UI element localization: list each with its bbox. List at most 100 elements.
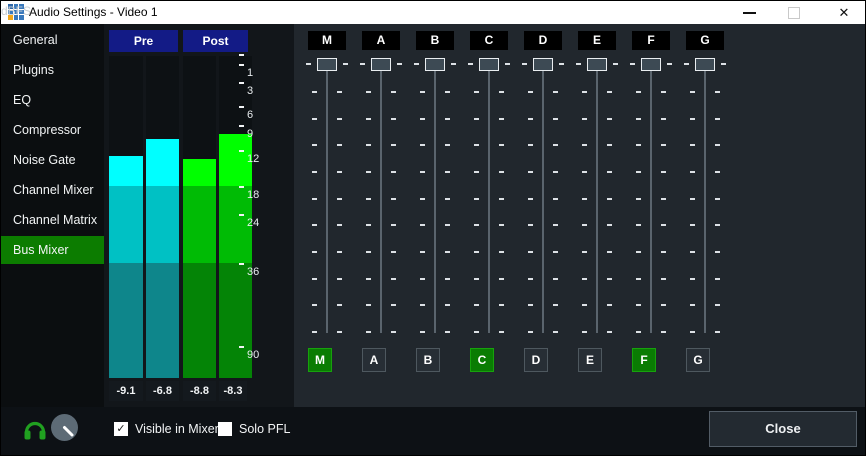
sidebar-item-noise-gate[interactable]: Noise Gate: [1, 146, 104, 174]
fader-tick: [420, 224, 425, 226]
bus-button-m[interactable]: M: [308, 348, 332, 372]
fader-thumb-c[interactable]: [479, 58, 499, 71]
fader-tick: [366, 171, 371, 173]
sidebar-item-channel-mixer[interactable]: Channel Mixer: [1, 176, 104, 204]
bus-button-e[interactable]: E: [578, 348, 602, 372]
fader-tick: [582, 278, 587, 280]
fader-tick: [337, 198, 342, 200]
fader-tick: [312, 118, 317, 120]
sidebar-item-plugins[interactable]: Plugins: [1, 56, 104, 84]
fader-tick: [553, 331, 558, 333]
fader-tick: [306, 63, 311, 65]
fader-track-c[interactable]: [488, 59, 490, 333]
fader-tick: [366, 278, 371, 280]
fader-tick: [661, 278, 666, 280]
fader-tick: [499, 331, 504, 333]
scale-label: 6: [247, 109, 253, 121]
fader-tick: [499, 144, 504, 146]
visible-in-mixer-checkbox[interactable]: ✓: [114, 422, 128, 436]
fader-tick: [613, 63, 618, 65]
bus-button-f[interactable]: F: [632, 348, 656, 372]
fader-thumb-b[interactable]: [425, 58, 445, 71]
fader-tick: [445, 144, 450, 146]
bus-button-a[interactable]: A: [362, 348, 386, 372]
fader-tick: [499, 171, 504, 173]
solo-pfl-row: Solo PFL: [218, 421, 290, 437]
sidebar-item-bus-mixer[interactable]: Bus Mixer: [1, 236, 104, 264]
solo-pfl-checkbox[interactable]: [218, 422, 232, 436]
fader-tick: [474, 224, 479, 226]
fader-track-g[interactable]: [704, 59, 706, 333]
fader-tick: [553, 198, 558, 200]
fader-tick: [607, 171, 612, 173]
fader-tick: [337, 144, 342, 146]
fader-tick: [607, 224, 612, 226]
fader-track-d[interactable]: [542, 59, 544, 333]
fader-thumb-a[interactable]: [371, 58, 391, 71]
bus-button-g[interactable]: G: [686, 348, 710, 372]
fader-tick: [582, 304, 587, 306]
fader-tick: [528, 251, 533, 253]
fader-tick: [690, 118, 695, 120]
fader-tick: [528, 331, 533, 333]
fader-tick: [312, 171, 317, 173]
fader-tick: [636, 331, 641, 333]
fader-tick: [528, 304, 533, 306]
fader-tick: [661, 251, 666, 253]
fader-tick: [445, 224, 450, 226]
bus-button-d[interactable]: D: [524, 348, 548, 372]
sidebar-item-compressor[interactable]: Compressor: [1, 116, 104, 144]
fader-tick: [607, 331, 612, 333]
fader-tick: [528, 171, 533, 173]
fader-tick: [474, 278, 479, 280]
fader-tick: [499, 278, 504, 280]
meter-group-header-post: Post: [183, 30, 248, 52]
bus-button-c[interactable]: C: [470, 348, 494, 372]
fader-tick: [690, 198, 695, 200]
fader-tick: [690, 144, 695, 146]
fader-tick: [391, 91, 396, 93]
fader-tick: [499, 251, 504, 253]
fader-header-g: G: [686, 31, 724, 50]
fader-tick: [690, 171, 695, 173]
scale-label: 9: [247, 128, 253, 140]
fader-header-f: F: [632, 31, 670, 50]
fader-thumb-g[interactable]: [695, 58, 715, 71]
fader-tick: [721, 63, 726, 65]
sidebar-item-channel-matrix[interactable]: Channel Matrix: [1, 206, 104, 234]
fader-tick: [582, 144, 587, 146]
sidebar-item-eq[interactable]: EQ: [1, 86, 104, 114]
fader-tick: [715, 224, 720, 226]
fader-tick: [528, 278, 533, 280]
fader-track-e[interactable]: [596, 59, 598, 333]
scale-tick: [239, 125, 244, 127]
fader-track-m[interactable]: [326, 59, 328, 333]
bus-button-b[interactable]: B: [416, 348, 440, 372]
solo-pfl-label: Solo PFL: [239, 422, 290, 436]
fader-track-a[interactable]: [380, 59, 382, 333]
sidebar-item-general[interactable]: General: [1, 26, 104, 54]
fader-thumb-d[interactable]: [533, 58, 553, 71]
fader-tick: [582, 91, 587, 93]
headphones-icon[interactable]: [23, 418, 47, 442]
fader-tick: [312, 224, 317, 226]
fader-tick: [366, 251, 371, 253]
fader-tick: [445, 251, 450, 253]
fader-thumb-f[interactable]: [641, 58, 661, 71]
scale-label: 18: [247, 189, 259, 201]
headphone-volume-knob[interactable]: [51, 414, 78, 441]
meter-group-header-pre: Pre: [109, 30, 178, 52]
fader-tick: [366, 144, 371, 146]
fader-tick: [397, 63, 402, 65]
fader-tick: [474, 144, 479, 146]
fader-tick: [414, 63, 419, 65]
close-button[interactable]: Close: [709, 411, 857, 447]
fader-thumb-e[interactable]: [587, 58, 607, 71]
fader-tick: [582, 224, 587, 226]
fader-tick: [607, 251, 612, 253]
fader-tick: [684, 63, 689, 65]
fader-thumb-m[interactable]: [317, 58, 337, 71]
fader-track-b[interactable]: [434, 59, 436, 333]
fader-track-f[interactable]: [650, 59, 652, 333]
fader-tick: [553, 251, 558, 253]
